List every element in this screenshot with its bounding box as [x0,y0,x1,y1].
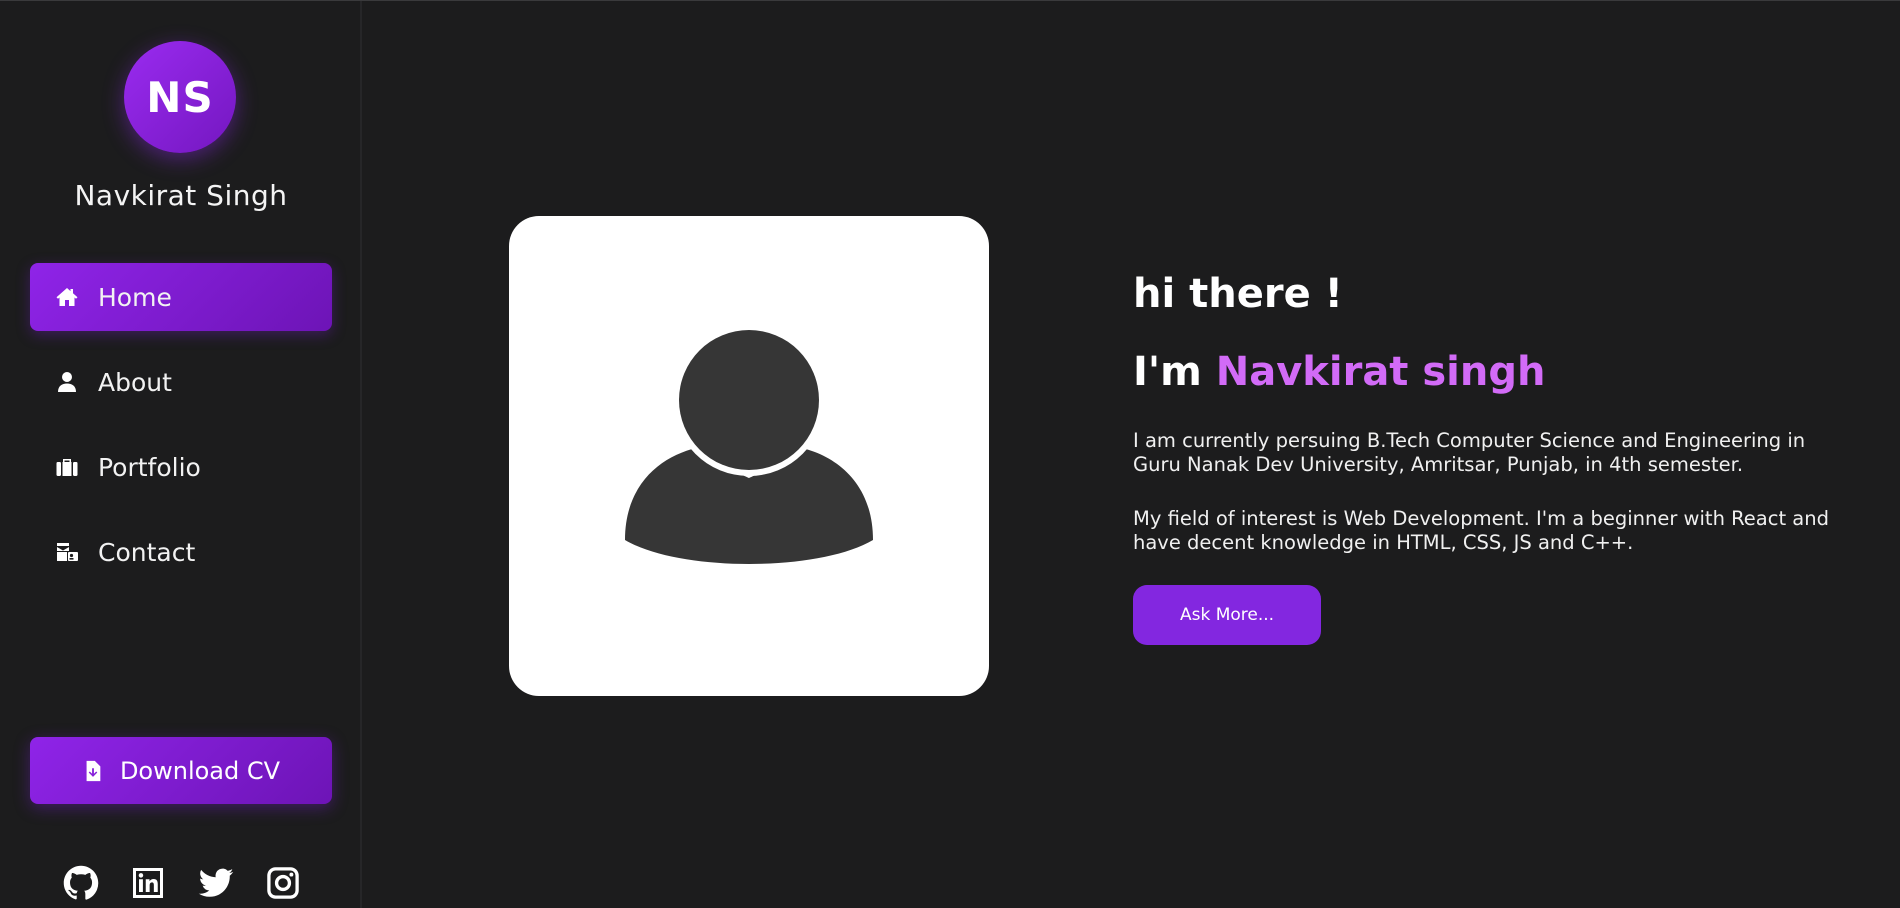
ask-more-button[interactable]: Ask More... [1133,585,1321,645]
intro-prefix: I'm [1133,349,1216,395]
user-icon [54,369,80,395]
sidebar-item-portfolio[interactable]: Portfolio [30,433,332,501]
github-icon[interactable] [62,864,100,902]
intro-name: Navkirat singh [1215,349,1546,395]
sidebar-item-about[interactable]: About [30,348,332,416]
bio-paragraph: I am currently persuing B.Tech Computer … [1133,429,1806,476]
sidebar-item-home[interactable]: Home [30,263,332,331]
avatar: NS [124,41,236,153]
download-cv-button[interactable]: Download CV [30,737,332,804]
sidebar-item-label: Home [98,282,172,312]
file-download-icon [86,760,101,781]
social-links [62,863,302,903]
twitter-icon[interactable] [197,864,235,902]
sidebar-nav: Home About Portfolio Contact [30,263,332,603]
intro-heading: I'm Navkirat singh [1133,349,1545,395]
page: NS Navkirat Singh Home About Portfolio C… [0,0,1900,908]
profile-name: Navkirat Singh [74,179,288,212]
user-placeholder-icon [625,324,873,564]
sidebar-item-label: Portfolio [98,452,201,482]
sidebar-item-label: Contact [98,537,196,567]
greeting-heading: hi there ! [1133,271,1343,317]
interest-paragraph: My field of interest is Web Development.… [1133,507,1829,554]
profile-photo [509,216,989,696]
briefcase-icon [54,454,80,480]
instagram-icon[interactable] [264,864,302,902]
linkedin-icon[interactable] [129,864,167,902]
download-cv-label: Download CV [119,756,281,785]
sidebar-item-contact[interactable]: Contact [30,518,332,586]
sidebar: NS Navkirat Singh Home About Portfolio C… [0,1,362,908]
contact-card-icon [54,539,80,565]
home-icon [54,284,80,310]
sidebar-item-label: About [98,367,172,397]
